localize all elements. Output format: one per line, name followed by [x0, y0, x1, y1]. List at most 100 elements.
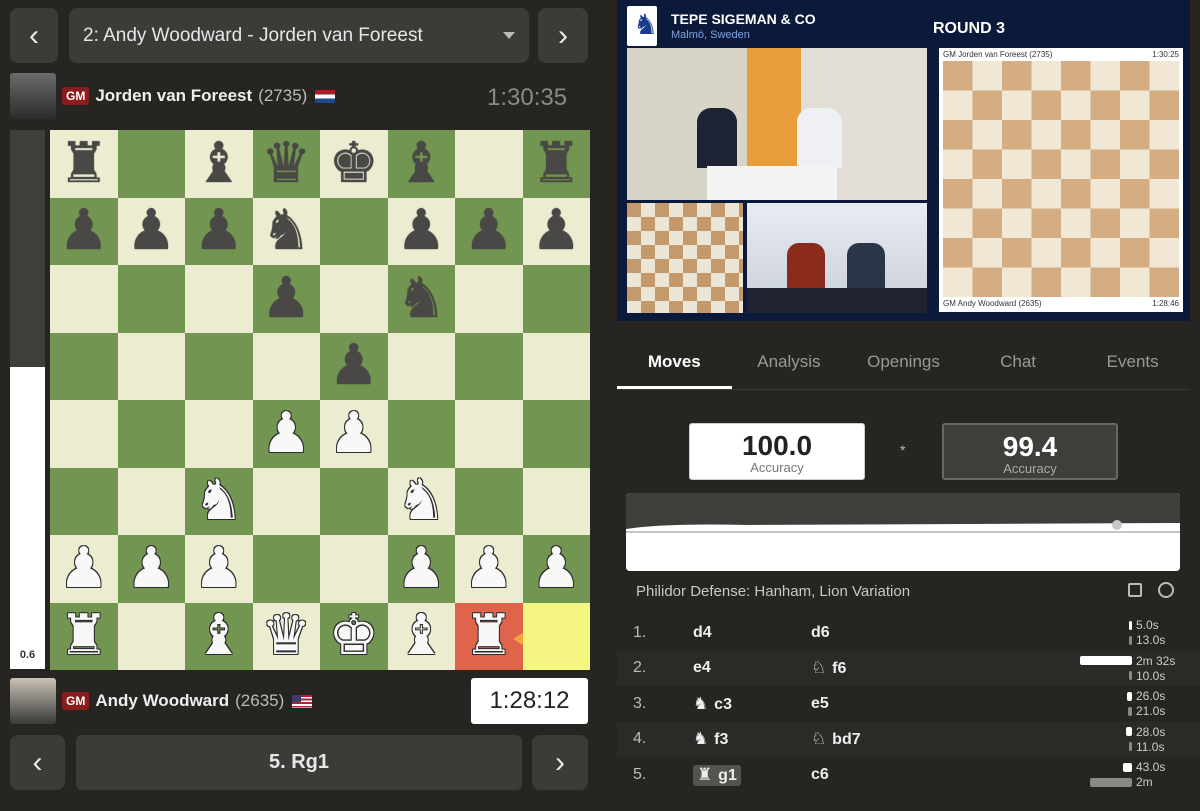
- white-pawn-icon[interactable]: ♟: [126, 540, 176, 597]
- black-pawn-icon[interactable]: ♟: [329, 338, 379, 394]
- white-pawn-icon[interactable]: ♟: [59, 540, 109, 597]
- black-pawn-icon[interactable]: ♟: [531, 203, 581, 259]
- square-c2[interactable]: ♟: [185, 535, 253, 603]
- avatar[interactable]: [10, 73, 56, 119]
- square-b3[interactable]: [117, 467, 185, 535]
- square-b6[interactable]: [117, 265, 185, 333]
- square-d1[interactable]: ♛: [252, 602, 320, 670]
- player-name[interactable]: Andy Woodward: [95, 691, 229, 711]
- tab-analysis[interactable]: Analysis: [732, 338, 847, 389]
- square-e2[interactable]: [320, 535, 388, 603]
- white-knight-icon[interactable]: ♞: [194, 473, 244, 529]
- square-e3[interactable]: [320, 467, 388, 535]
- square-h8[interactable]: ♜: [522, 130, 590, 198]
- square-e4[interactable]: ♟: [320, 400, 388, 468]
- square-c8[interactable]: ♝: [185, 130, 253, 198]
- square-a8[interactable]: ♜: [50, 130, 118, 198]
- white-pawn-icon[interactable]: ♟: [531, 540, 581, 597]
- tab-events[interactable]: Events: [1075, 338, 1190, 389]
- prev-game-button[interactable]: ‹: [10, 8, 58, 63]
- black-move[interactable]: c6: [811, 766, 929, 784]
- square-c6[interactable]: [185, 265, 253, 333]
- square-b7[interactable]: ♟: [117, 197, 185, 265]
- white-pawn-icon[interactable]: ♟: [194, 540, 244, 597]
- black-bishop-icon[interactable]: ♝: [194, 135, 244, 192]
- square-f7[interactable]: ♟: [387, 197, 455, 265]
- square-f3[interactable]: ♞: [387, 467, 455, 535]
- black-pawn-icon[interactable]: ♟: [194, 203, 244, 259]
- black-knight-icon[interactable]: ♞: [261, 203, 311, 259]
- black-move[interactable]: d6: [811, 624, 929, 642]
- square-g8[interactable]: [455, 130, 523, 198]
- square-b4[interactable]: [117, 400, 185, 468]
- square-a4[interactable]: [50, 400, 118, 468]
- white-bishop-icon[interactable]: ♝: [396, 608, 446, 664]
- square-d4[interactable]: ♟: [252, 400, 320, 468]
- white-king-icon[interactable]: ♚: [329, 608, 379, 664]
- prev-move-button[interactable]: ‹: [10, 735, 65, 790]
- square-c1[interactable]: ♝: [185, 602, 253, 670]
- square-a1[interactable]: ♜: [50, 602, 118, 670]
- square-f1[interactable]: ♝: [387, 602, 455, 670]
- square-a6[interactable]: [50, 265, 118, 333]
- white-bishop-icon[interactable]: ♝: [194, 608, 244, 664]
- square-c4[interactable]: [185, 400, 253, 468]
- square-a5[interactable]: [50, 332, 118, 400]
- square-g4[interactable]: [455, 400, 523, 468]
- square-a2[interactable]: ♟: [50, 535, 118, 603]
- game-selector[interactable]: 2: Andy Woodward - Jorden van Foreest: [69, 8, 529, 63]
- square-a7[interactable]: ♟: [50, 197, 118, 265]
- square-e5[interactable]: ♟: [320, 332, 388, 400]
- next-game-button[interactable]: ›: [538, 8, 588, 63]
- square-b2[interactable]: ♟: [117, 535, 185, 603]
- white-pawn-icon[interactable]: ♟: [329, 405, 379, 462]
- square-f2[interactable]: ♟: [387, 535, 455, 603]
- white-rook-icon[interactable]: ♜: [59, 608, 109, 664]
- tab-chat[interactable]: Chat: [961, 338, 1076, 389]
- square-c3[interactable]: ♞: [185, 467, 253, 535]
- square-g1[interactable]: ♜: [455, 602, 529, 670]
- square-f4[interactable]: [387, 400, 455, 468]
- square-c7[interactable]: ♟: [185, 197, 253, 265]
- white-pawn-icon[interactable]: ♟: [396, 540, 446, 597]
- black-bishop-icon[interactable]: ♝: [396, 135, 446, 192]
- white-pawn-icon[interactable]: ♟: [464, 540, 514, 597]
- black-rook-icon[interactable]: ♜: [531, 135, 581, 192]
- square-a3[interactable]: [50, 467, 118, 535]
- black-move[interactable]: e5: [811, 695, 929, 713]
- next-move-button[interactable]: ›: [532, 735, 588, 790]
- black-pawn-icon[interactable]: ♟: [126, 203, 176, 259]
- white-move[interactable]: e4: [693, 659, 811, 677]
- white-knight-icon[interactable]: ♞: [396, 473, 446, 529]
- clock-icon[interactable]: [1158, 582, 1174, 598]
- black-pawn-icon[interactable]: ♟: [464, 203, 514, 259]
- black-move[interactable]: ♘ f6: [811, 658, 929, 678]
- square-h7[interactable]: ♟: [522, 197, 590, 265]
- square-f5[interactable]: [387, 332, 455, 400]
- square-h5[interactable]: [522, 332, 590, 400]
- black-pawn-icon[interactable]: ♟: [261, 270, 311, 327]
- video-stream[interactable]: ♞ TEPE SIGEMAN & CO Malmö, Sweden ROUND …: [617, 0, 1190, 321]
- square-f6[interactable]: ♞: [387, 265, 455, 333]
- white-move[interactable]: ♞ f3: [693, 729, 811, 749]
- white-move[interactable]: d4: [693, 624, 811, 642]
- square-d2[interactable]: [252, 535, 320, 603]
- black-pawn-icon[interactable]: ♟: [59, 203, 109, 259]
- square-d6[interactable]: ♟: [252, 265, 320, 333]
- book-icon[interactable]: [1128, 583, 1142, 597]
- white-move[interactable]: ♜ g1: [693, 764, 811, 786]
- square-e1[interactable]: ♚: [320, 602, 388, 670]
- evaluation-graph[interactable]: [626, 493, 1180, 571]
- square-c5[interactable]: [185, 332, 253, 400]
- square-g2[interactable]: ♟: [455, 535, 523, 603]
- avatar[interactable]: [10, 678, 56, 724]
- tab-moves[interactable]: Moves: [617, 338, 732, 389]
- chess-board[interactable]: ♜ ♝ ♛ ♚ ♝ ♜ ♟ ♟ ♟ ♞ ♟ ♟ ♟ ♟ ♞ ♟ ♟ ♟ ♞ ♞ ♟ ♟ ♟ ♟ ♟ ♟ ♜ ♝ ♛ ♚ ♝ ♜: [50, 130, 590, 670]
- white-rook-icon[interactable]: ♜: [464, 608, 514, 664]
- square-d3[interactable]: [252, 467, 320, 535]
- square-d8[interactable]: ♛: [252, 130, 320, 198]
- white-queen-icon[interactable]: ♛: [261, 608, 311, 664]
- black-pawn-icon[interactable]: ♟: [396, 203, 446, 259]
- square-g3[interactable]: [455, 467, 523, 535]
- square-e7[interactable]: [320, 197, 388, 265]
